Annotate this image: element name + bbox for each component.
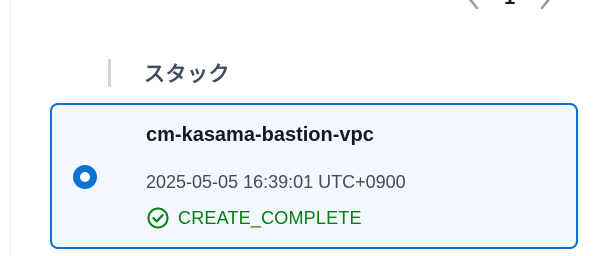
- pagination: 1: [464, 0, 555, 10]
- status-text: CREATE_COMPLETE: [178, 207, 362, 228]
- stack-column-header: スタック: [108, 57, 230, 89]
- current-page-number[interactable]: 1: [504, 0, 515, 10]
- content-left-border: [10, 0, 11, 256]
- previous-page-button[interactable]: [464, 0, 482, 10]
- column-header-label: スタック: [144, 62, 230, 86]
- stack-select-radio[interactable]: [73, 165, 97, 189]
- chevron-right-icon: [540, 0, 551, 10]
- check-circle-icon: [146, 206, 170, 230]
- stack-timestamp: 2025-05-05 16:39:01 UTC+0900: [146, 172, 406, 192]
- radio-selected-dot: [80, 172, 90, 182]
- stack-status: CREATE_COMPLETE: [146, 206, 362, 230]
- column-header-divider: [108, 59, 111, 87]
- chevron-left-icon: [468, 0, 479, 10]
- stack-name: cm-kasama-bastion-vpc: [146, 124, 374, 146]
- next-page-button[interactable]: [537, 0, 555, 10]
- stack-card[interactable]: cm-kasama-bastion-vpc 2025-05-05 16:39:0…: [50, 103, 578, 249]
